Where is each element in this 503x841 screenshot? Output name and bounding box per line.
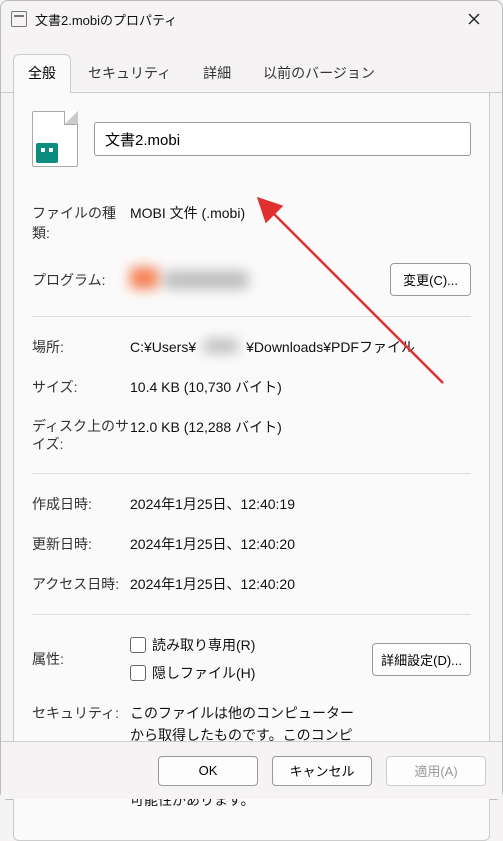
readonly-checkbox[interactable]: 読み取り専用(R) (130, 635, 255, 655)
field-type: ファイルの種類: MOBI 文件 (.mobi) (32, 193, 471, 253)
apply-button: 適用(A) (386, 756, 486, 786)
field-attributes: 属性: 読み取り専用(R) 隠しファイル(H) 詳細設定(D)... (32, 625, 471, 693)
location-blurred (204, 339, 238, 356)
value-created: 2024年1月25日、12:40:19 (130, 494, 471, 514)
change-button[interactable]: 変更(C)... (390, 263, 471, 296)
value-program (130, 267, 390, 292)
value-size-on-disk: 12.0 KB (12,288 バイト) (130, 417, 471, 437)
label-security: セキュリティ: (32, 703, 130, 723)
value-modified: 2024年1月25日、12:40:20 (130, 534, 471, 554)
close-icon (468, 13, 480, 25)
location-suffix: ¥Downloads¥PDFファイル (246, 337, 415, 357)
value-type: MOBI 文件 (.mobi) (130, 203, 471, 223)
field-accessed: アクセス日時: 2024年1月25日、12:40:20 (32, 564, 471, 604)
window-icon (11, 11, 27, 27)
cancel-button[interactable]: キャンセル (272, 756, 372, 786)
value-accessed: 2024年1月25日、12:40:20 (130, 574, 471, 594)
tabs: 全般 セキュリティ 詳細 以前のバージョン (1, 37, 502, 93)
ok-button[interactable]: OK (158, 756, 258, 786)
field-created: 作成日時: 2024年1月25日、12:40:19 (32, 484, 471, 524)
label-accessed: アクセス日時: (32, 574, 130, 594)
general-panel: ファイルの種類: MOBI 文件 (.mobi) プログラム: 変更(C)...… (13, 93, 490, 841)
field-location: 場所: C:¥Users¥ ¥Downloads¥PDFファイル (32, 327, 471, 367)
filename-input[interactable] (94, 122, 471, 156)
tab-details[interactable]: 詳細 (188, 54, 246, 93)
separator (32, 473, 471, 474)
label-created: 作成日時: (32, 494, 130, 514)
label-modified: 更新日時: (32, 534, 130, 554)
separator (32, 316, 471, 317)
tab-security[interactable]: セキュリティ (73, 54, 186, 93)
label-program: プログラム: (32, 270, 130, 290)
field-program: プログラム: 変更(C)... (32, 253, 471, 306)
value-size: 10.4 KB (10,730 バイト) (130, 377, 471, 397)
hidden-checkbox[interactable]: 隠しファイル(H) (130, 663, 255, 683)
checkbox-box (130, 665, 146, 681)
value-attributes: 読み取り専用(R) 隠しファイル(H) (130, 635, 372, 683)
label-attributes: 属性: (32, 649, 130, 669)
program-blurred (130, 267, 252, 292)
readonly-label: 読み取り専用(R) (152, 635, 255, 655)
field-size: サイズ: 10.4 KB (10,730 バイト) (32, 367, 471, 407)
tab-previous-versions[interactable]: 以前のバージョン (248, 54, 390, 93)
field-modified: 更新日時: 2024年1月25日、12:40:20 (32, 524, 471, 564)
close-button[interactable] (454, 5, 494, 33)
filename-row (32, 111, 471, 167)
label-type: ファイルの種類: (32, 203, 130, 243)
separator (32, 614, 471, 615)
checkbox-box (130, 637, 146, 653)
location-prefix: C:¥Users¥ (130, 339, 196, 355)
tab-general[interactable]: 全般 (13, 54, 71, 93)
file-icon (32, 111, 78, 167)
dialog-buttons: OK キャンセル 適用(A) (1, 741, 502, 799)
advanced-button[interactable]: 詳細設定(D)... (372, 643, 471, 676)
label-size: サイズ: (32, 377, 130, 397)
value-location: C:¥Users¥ ¥Downloads¥PDFファイル (130, 337, 471, 357)
window-title: 文書2.mobiのプロパティ (35, 10, 454, 29)
label-size-on-disk: ディスク上のサイズ: (32, 417, 130, 453)
field-size-on-disk: ディスク上のサイズ: 12.0 KB (12,288 バイト) (32, 407, 471, 463)
hidden-label: 隠しファイル(H) (152, 663, 255, 683)
titlebar: 文書2.mobiのプロパティ (1, 1, 502, 37)
label-location: 場所: (32, 337, 130, 357)
